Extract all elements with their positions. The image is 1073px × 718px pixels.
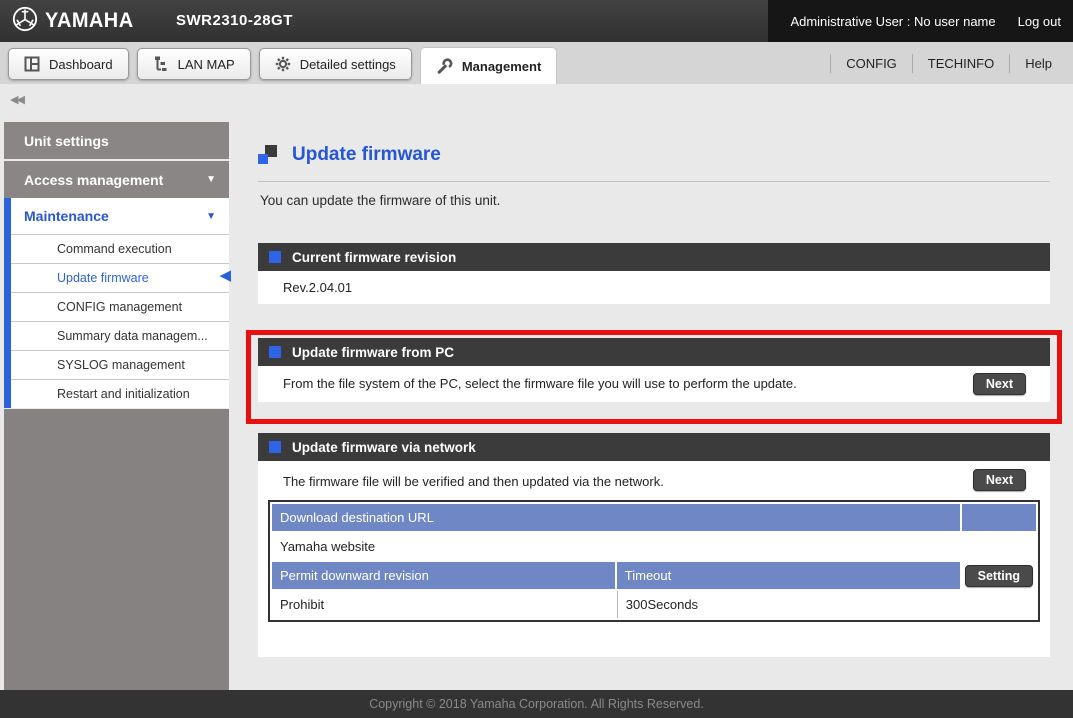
menu-item-label: Summary data managem... bbox=[57, 329, 208, 343]
timeout-value: 300Seconds bbox=[617, 591, 960, 618]
table-row: Permit downward revision Timeout Setting bbox=[272, 562, 1036, 589]
tab-bar: Dashboard LAN MAP bbox=[0, 42, 1073, 84]
brand: YAMAHA bbox=[12, 6, 138, 37]
yamaha-logo-icon bbox=[12, 6, 38, 37]
sidebar-section-maintenance: Maintenance ▼ Command execution Update f… bbox=[4, 198, 229, 408]
tab-label: Management bbox=[462, 59, 541, 74]
active-section-indicator bbox=[4, 198, 11, 408]
sidebar-header-label: Maintenance bbox=[24, 208, 109, 224]
page-title-icon bbox=[258, 145, 278, 165]
logged-in-user-label: Administrative User : No user name bbox=[790, 14, 995, 29]
setting-button[interactable]: Setting bbox=[965, 565, 1033, 587]
empty-cell bbox=[962, 533, 1036, 560]
empty-cell bbox=[962, 591, 1036, 618]
config-link[interactable]: CONFIG bbox=[830, 54, 912, 73]
menu-item-label: Update firmware bbox=[57, 271, 149, 285]
sidebar-item-summary-data-management[interactable]: Summary data managem... bbox=[11, 321, 229, 350]
sidebar-item-maintenance[interactable]: Maintenance ▼ bbox=[11, 198, 229, 234]
menu-item-label: CONFIG management bbox=[57, 300, 182, 314]
menu-item-label: SYSLOG management bbox=[57, 358, 185, 372]
section-body-current-firmware: Rev.2.04.01 bbox=[258, 271, 1050, 304]
section-header-update-via-network: Update firmware via network bbox=[258, 433, 1050, 461]
wrench-icon bbox=[436, 58, 453, 75]
tab-management[interactable]: Management bbox=[420, 47, 557, 84]
device-model: SWR2310-28GT bbox=[176, 12, 293, 29]
sidebar-item-command-execution[interactable]: Command execution bbox=[11, 234, 229, 263]
tab-label: LAN MAP bbox=[178, 57, 235, 72]
tab-label: Dashboard bbox=[49, 57, 113, 72]
active-item-pointer-icon: ◀ bbox=[219, 268, 231, 283]
utility-links: CONFIG TECHINFO Help bbox=[830, 42, 1067, 84]
setting-cell: Setting bbox=[962, 562, 1036, 589]
sidebar-item-syslog-management[interactable]: SYSLOG management bbox=[11, 350, 229, 379]
permit-downward-value: Prohibit bbox=[272, 591, 615, 618]
sidebar-item-unit-settings[interactable]: Unit settings bbox=[4, 122, 229, 159]
tab-detailed-settings[interactable]: Detailed settings bbox=[259, 48, 412, 80]
sidebar-collapse-icon[interactable]: ◀◀ bbox=[10, 93, 23, 106]
user-area: Administrative User : No user name Log o… bbox=[768, 0, 1073, 42]
section-header-update-from-pc: Update firmware from PC bbox=[258, 338, 1050, 366]
chevron-down-icon: ▼ bbox=[206, 211, 216, 222]
top-bar: YAMAHA SWR2310-28GT Administrative User … bbox=[0, 0, 1073, 42]
logout-link[interactable]: Log out bbox=[1018, 14, 1061, 29]
actions-header-cell bbox=[962, 504, 1036, 531]
tab-dashboard[interactable]: Dashboard bbox=[8, 48, 129, 80]
section-body-update-via-network: The firmware file will be verified and t… bbox=[258, 461, 1050, 657]
firmware-revision-value: Rev.2.04.01 bbox=[258, 271, 1050, 304]
download-url-header: Download destination URL bbox=[272, 504, 960, 531]
section-body-update-from-pc: From the file system of the PC, select t… bbox=[258, 366, 1050, 402]
section-bullet-icon bbox=[269, 251, 281, 263]
techinfo-link[interactable]: TECHINFO bbox=[912, 54, 1009, 73]
gear-icon bbox=[275, 56, 291, 72]
sidebar-item-restart-initialization[interactable]: Restart and initialization bbox=[11, 379, 229, 408]
sidebar-filler bbox=[4, 409, 229, 690]
page-description: You can update the firmware of this unit… bbox=[260, 193, 500, 208]
sidebar-header-label: Unit settings bbox=[24, 133, 109, 149]
update-via-network-description: The firmware file will be verified and t… bbox=[283, 474, 664, 489]
table-row: Prohibit 300Seconds bbox=[272, 591, 1036, 618]
page-title: Update firmware bbox=[258, 144, 441, 166]
title-divider bbox=[258, 181, 1050, 182]
download-url-value: Yamaha website bbox=[272, 533, 960, 560]
footer: Copyright © 2018 Yamaha Corporation. All… bbox=[0, 690, 1073, 718]
section-header-current-firmware: Current firmware revision bbox=[258, 243, 1050, 271]
tab-lan-map[interactable]: LAN MAP bbox=[137, 48, 251, 80]
timeout-header: Timeout bbox=[617, 562, 960, 589]
sidebar-header-label: Access management bbox=[24, 172, 163, 188]
network-update-settings-table: Download destination URL Yamaha website … bbox=[268, 500, 1040, 622]
tab-label: Detailed settings bbox=[300, 57, 396, 72]
menu-item-label: Command execution bbox=[57, 242, 172, 256]
main-content: Update firmware You can update the firmw… bbox=[258, 84, 1050, 690]
section-bullet-icon bbox=[269, 346, 281, 358]
help-link[interactable]: Help bbox=[1009, 54, 1067, 73]
sidebar-item-access-management[interactable]: Access management ▼ bbox=[4, 161, 229, 198]
table-row: Download destination URL bbox=[272, 504, 1036, 531]
sidebar-item-config-management[interactable]: CONFIG management bbox=[11, 292, 229, 321]
dashboard-icon bbox=[24, 56, 40, 72]
main-tabs: Dashboard LAN MAP bbox=[8, 42, 557, 84]
section-bullet-icon bbox=[269, 441, 281, 453]
menu-item-label: Restart and initialization bbox=[57, 387, 190, 401]
section-title: Current firmware revision bbox=[292, 250, 456, 265]
copyright-text: Copyright © 2018 Yamaha Corporation. All… bbox=[0, 690, 1073, 718]
update-from-pc-description: From the file system of the PC, select t… bbox=[258, 366, 1050, 402]
section-title: Update firmware via network bbox=[292, 440, 476, 455]
lan-map-icon bbox=[153, 56, 169, 72]
chevron-down-icon: ▼ bbox=[206, 174, 216, 185]
section-title: Update firmware from PC bbox=[292, 345, 454, 360]
brand-name: YAMAHA bbox=[45, 9, 134, 33]
page-title-text: Update firmware bbox=[292, 144, 441, 166]
sidebar-item-update-firmware[interactable]: Update firmware ◀ bbox=[11, 263, 229, 292]
table-row: Yamaha website bbox=[272, 533, 1036, 560]
next-button-update-via-network[interactable]: Next bbox=[973, 469, 1026, 491]
permit-downward-header: Permit downward revision bbox=[272, 562, 615, 589]
next-button-update-from-pc[interactable]: Next bbox=[973, 373, 1026, 395]
